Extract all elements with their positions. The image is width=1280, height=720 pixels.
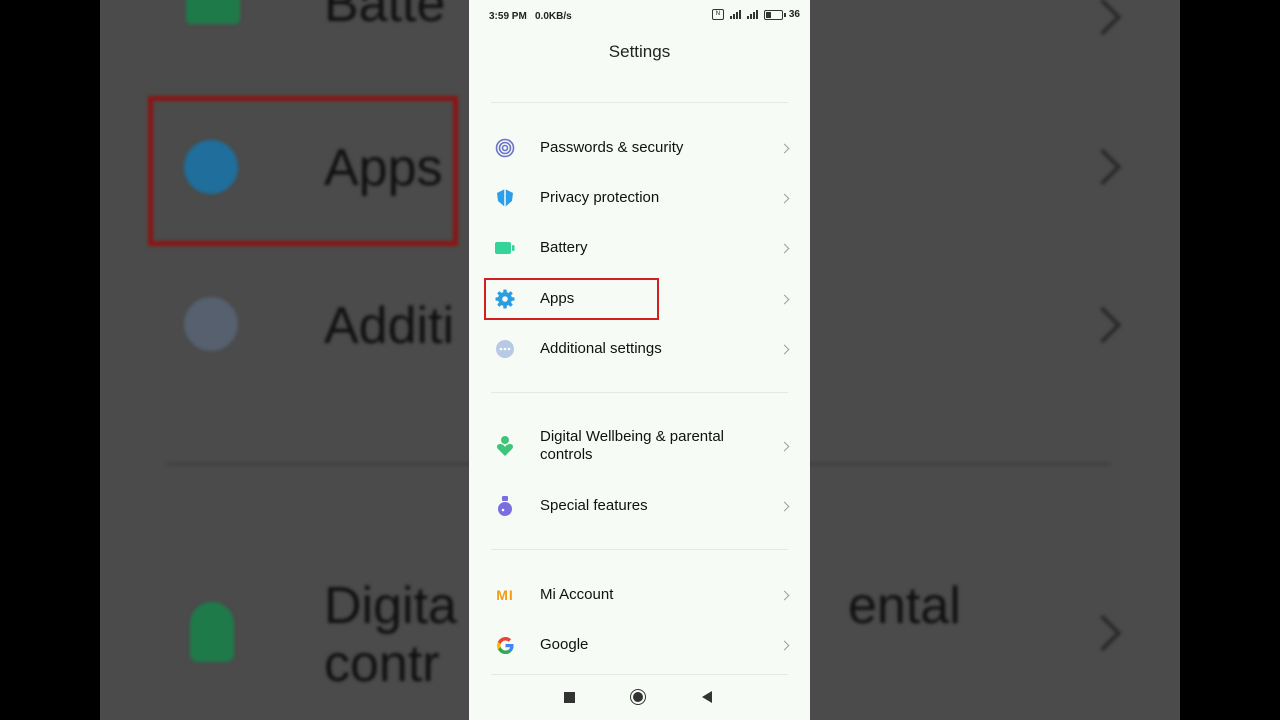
settings-item-label: Google — [540, 636, 589, 653]
background-chevron-icon — [1084, 148, 1122, 186]
apps-highlight-box — [484, 278, 659, 320]
settings-item-digital-wellbeing[interactable]: Digital Wellbeing & parental controls — [469, 424, 810, 468]
background-chevron-icon — [1084, 0, 1122, 36]
fingerprint-icon — [494, 137, 516, 159]
home-button[interactable] — [630, 689, 646, 705]
background-label-apps: Apps — [324, 139, 443, 197]
background-chevron-icon — [1084, 306, 1122, 344]
settings-item-label: Digital Wellbeing & parental controls — [540, 428, 724, 463]
background-label-digital: Digita — [324, 577, 457, 635]
background-chevron-icon — [1084, 614, 1122, 652]
chevron-right-icon — [779, 193, 790, 203]
settings-item-battery[interactable]: Battery — [469, 226, 810, 270]
background-label-additional: Additi — [324, 297, 455, 355]
divider — [491, 102, 788, 103]
signal-icon — [729, 10, 741, 19]
potion-icon — [494, 495, 516, 517]
shield-icon — [494, 187, 516, 209]
wellbeing-icon — [494, 435, 516, 457]
status-time: 3:59 PM — [489, 11, 527, 22]
background-gear-icon — [184, 140, 238, 194]
divider — [491, 674, 788, 675]
background-wellbeing-icon — [190, 602, 234, 662]
settings-item-label: Special features — [540, 497, 648, 514]
chevron-right-icon — [779, 640, 790, 650]
phone-screen: 3:59 PM 0.0KB/s N 36 Settings Passwords … — [469, 0, 810, 720]
settings-item-label: Additional settings — [540, 340, 662, 357]
google-icon — [494, 634, 516, 656]
background-label-controls: contr — [324, 635, 440, 693]
settings-item-label: Mi Account — [540, 586, 614, 603]
nfc-icon: N — [711, 9, 724, 20]
settings-item-label: Privacy protection — [540, 189, 660, 206]
battery-percent: 36 — [788, 9, 800, 20]
divider — [491, 549, 788, 550]
settings-item-special-features[interactable]: Special features — [469, 484, 810, 528]
chevron-right-icon — [779, 243, 790, 253]
settings-item-additional-settings[interactable]: Additional settings — [469, 327, 810, 371]
settings-item-passwords-security[interactable]: Passwords & security — [469, 126, 810, 170]
navigation-bar — [469, 676, 810, 720]
settings-item-label: Battery — [540, 239, 588, 256]
background-battery-icon — [186, 0, 240, 24]
chevron-right-icon — [779, 143, 790, 153]
mi-logo-text: MI — [496, 587, 514, 603]
status-network-speed: 0.0KB/s — [535, 11, 572, 22]
chevron-right-icon — [779, 294, 790, 304]
divider — [491, 392, 788, 393]
status-icons: N 36 — [711, 9, 800, 20]
settings-item-google[interactable]: Google — [469, 623, 810, 667]
recents-button[interactable] — [564, 692, 575, 703]
settings-item-label: Passwords & security — [540, 139, 684, 156]
mi-icon: MI — [494, 584, 516, 606]
background-dots-icon — [184, 297, 238, 351]
settings-item-mi-account[interactable]: MI Mi Account — [469, 573, 810, 617]
background-label-parental: ental — [848, 577, 961, 635]
chevron-right-icon — [779, 590, 790, 600]
settings-item-privacy-protection[interactable]: Privacy protection — [469, 176, 810, 220]
chevron-right-icon — [779, 501, 790, 511]
background-label-battery: Batte — [324, 0, 446, 33]
chevron-right-icon — [779, 344, 790, 354]
back-button[interactable] — [702, 691, 712, 703]
more-dots-icon — [494, 338, 516, 360]
signal-icon — [746, 10, 758, 19]
chevron-right-icon — [779, 441, 790, 451]
status-bar: 3:59 PM 0.0KB/s N 36 — [469, 8, 810, 26]
page-title: Settings — [608, 42, 671, 61]
battery-icon — [494, 237, 516, 259]
battery-status-icon — [763, 9, 786, 20]
